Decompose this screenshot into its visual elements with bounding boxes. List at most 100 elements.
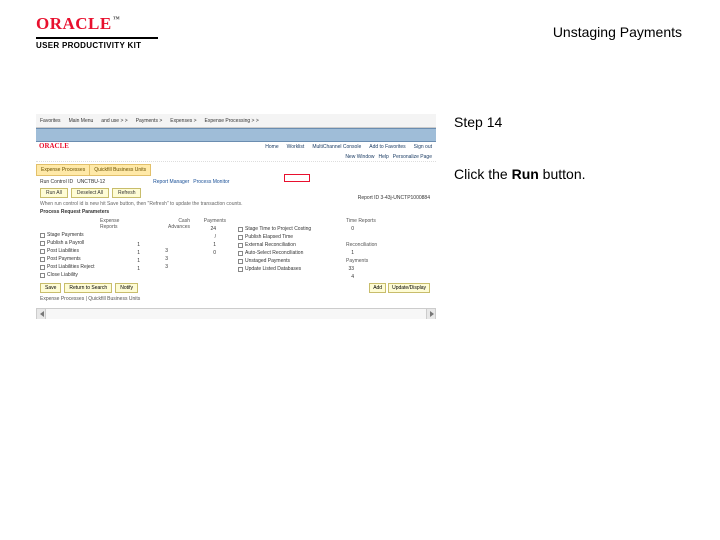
tab-links: Expense Processes | Quickfill Business U… [40,296,432,302]
checkbox[interactable] [238,267,243,272]
instruction-text: Click the Run button. [454,166,686,182]
page-title: Unstaging Payments [553,24,682,40]
cb-label: Update Listed Databases [245,266,301,272]
val: 1 [346,250,354,256]
val: 1 [132,258,140,264]
val: 1 [132,242,140,248]
signout-link[interactable]: Sign out [414,144,432,150]
inst-post: button. [539,166,586,182]
breadcrumb: and use > > [101,118,127,124]
run-all-button[interactable]: Run All [40,188,68,198]
cb-label: Post Payments [47,256,81,262]
notify-button[interactable]: Notify [115,283,138,293]
multichannel-link[interactable]: MultiChannel Console [312,144,361,150]
tab-quickfill[interactable]: Quickfill Business Units [89,164,151,176]
oracle-nav [36,128,436,142]
cb-label: Post Liabilities Reject [47,264,95,270]
param-grid: Expense Reports Stage Payments Publish a… [36,216,436,280]
page-tools: New Window Help Personalize Page [36,152,436,162]
home-link[interactable]: Home [265,144,278,150]
run-control-value: UNCTBU-12 [77,179,105,185]
col-header: Time Reports [346,218,388,224]
cb-label: Close Liability [47,272,78,278]
add-button[interactable]: Add [369,283,386,293]
scroll-right-icon[interactable] [426,309,436,319]
nav-favorites[interactable]: Favorites [40,118,61,124]
run-button-highlight [284,174,310,182]
deselect-all-button[interactable]: Deselect All [71,188,109,198]
val: 1 [132,250,140,256]
h-scrollbar[interactable] [36,308,436,318]
oracle-mini-logo: ORACLE [39,142,69,150]
val: 0 [202,250,216,256]
cb-label: External Reconciliation [245,242,296,248]
instruction-note: When run control id is new hit Save butt… [40,201,432,207]
breadcrumb-bar: Favorites Main Menu and use > > Payments… [36,114,436,128]
section-header: Process Request Parameters [40,209,432,215]
val: 4 [346,274,354,280]
save-button[interactable]: Save [40,283,61,293]
checkbox[interactable] [40,257,45,262]
breadcrumb: Expenses > [170,118,196,124]
checkbox[interactable] [238,243,243,248]
run-control-row: Run Control ID UNCTBU-12 Report Manager … [36,179,436,185]
add-update: Add Update/Display [369,283,430,293]
new-window-link[interactable]: New Window [345,154,374,160]
checkbox[interactable] [238,235,243,240]
checkbox[interactable] [40,265,45,270]
val: 3 [160,256,168,262]
val: / [202,234,216,240]
cb-label: Unstaged Payments [245,258,290,264]
update-button[interactable]: Update/Display [388,283,430,293]
oracle-logo: ORACLE™ [36,14,158,34]
nav-mainmenu[interactable]: Main Menu [69,118,94,124]
bottom-actions: Save Return to Search Notify Add Update/… [40,283,432,293]
scroll-track[interactable] [46,309,426,319]
step-label: Step 14 [454,114,686,130]
brand: ORACLE™ USER PRODUCTIVITY KIT [36,14,158,50]
breadcrumb: Payments > [136,118,163,124]
col-header: Expense Reports [100,218,120,230]
page-tabs: Expense Processes Quickfill Business Uni… [36,164,436,176]
personalize-link[interactable]: Personalize Page [393,154,432,160]
cb-label: Post Liabilities [47,248,79,254]
report-manager-link[interactable]: Report Manager [153,179,189,185]
checkbox[interactable] [40,273,45,278]
val: 0 [346,226,354,232]
worklist-link[interactable]: Worklist [287,144,305,150]
app-screenshot: Favorites Main Menu and use > > Payments… [36,114,436,318]
val: 1 [202,242,216,248]
val: 24 [202,226,216,232]
cb-label: Stage Payments [47,232,84,238]
checkbox[interactable] [238,227,243,232]
checkbox[interactable] [40,233,45,238]
cb-label: Publish a Payroll [47,240,84,246]
val: 1 [132,266,140,272]
brand-subtitle: USER PRODUCTIVITY KIT [36,41,158,50]
brand-divider [36,37,158,39]
report-id: Report ID 3-43j-UNCTP1000884 [358,195,430,201]
help-link[interactable]: Help [379,154,389,160]
checkbox[interactable] [238,259,243,264]
cb-label: Stage Time to Project Costing [245,226,311,232]
cb-label: Auto-Select Reconciliation [245,250,303,256]
addto-link[interactable]: Add to Favorites [369,144,405,150]
checkbox[interactable] [238,251,243,256]
process-monitor-link[interactable]: Process Monitor [193,179,229,185]
top-menu: Home Worklist MultiChannel Console Add t… [36,142,436,152]
refresh-button[interactable]: Refresh [112,188,142,198]
checkbox[interactable] [40,249,45,254]
col-header: Payments [346,258,388,264]
tab-expense-processes[interactable]: Expense Processes [36,164,90,176]
scroll-left-icon[interactable] [36,309,46,319]
return-button[interactable]: Return to Search [64,283,112,293]
inst-bold: Run [512,166,539,182]
checkbox[interactable] [40,241,45,246]
cb-label: Publish Elapsed Time [245,234,293,240]
instruction-panel: Step 14 Click the Run button. [454,114,686,182]
breadcrumb: Expense Processing > > [205,118,259,124]
col-header: Payments [202,218,226,224]
inst-pre: Click the [454,166,512,182]
val: 3 [160,248,168,254]
col-header: Cash Advances [160,218,190,230]
